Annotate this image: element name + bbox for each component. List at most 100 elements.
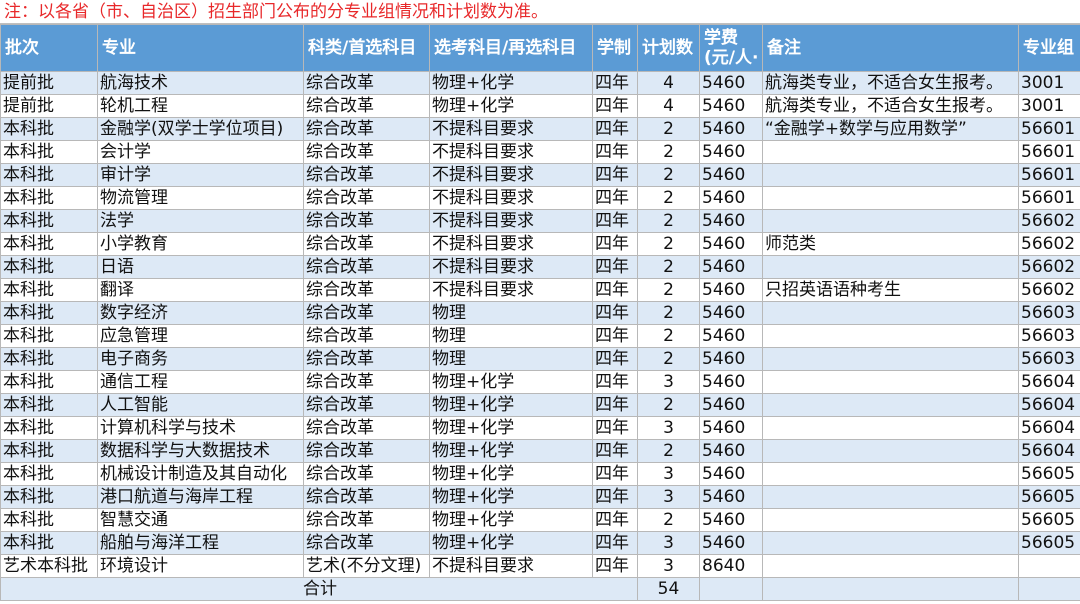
total-empty-cell [1018, 577, 1080, 601]
cell-fee: 5460 [699, 301, 763, 325]
cell-elective: 不提科目要求 [429, 186, 593, 210]
cell-major: 通信工程 [97, 370, 304, 394]
cell-plan: 3 [637, 554, 700, 578]
table-row: 本科批 电子商务 综合改革 物理 四年 2 5460 56603 [0, 347, 1080, 371]
cell-elective: 物理+化学 [429, 416, 593, 440]
cell-plan: 3 [637, 485, 700, 509]
table-row: 本科批 物流管理 综合改革 不提科目要求 四年 2 5460 56601 [0, 186, 1080, 210]
cell-years: 四年 [592, 140, 638, 164]
cell-category: 综合改革 [303, 117, 430, 141]
cell-remark [762, 439, 1019, 463]
cell-category: 艺术(不分文理) [303, 554, 430, 578]
cell-elective: 不提科目要求 [429, 140, 593, 164]
cell-major: 小学教育 [97, 232, 304, 256]
cell-batch: 本科批 [0, 485, 98, 509]
cell-group: 56604 [1018, 439, 1080, 463]
cell-fee: 5460 [699, 255, 763, 279]
cell-category: 综合改革 [303, 94, 430, 118]
cell-group [1018, 554, 1080, 578]
cell-major: 计算机科学与技术 [97, 416, 304, 440]
cell-years: 四年 [592, 71, 638, 95]
cell-years: 四年 [592, 278, 638, 302]
cell-years: 四年 [592, 232, 638, 256]
cell-major: 金融学(双学士学位项目) [97, 117, 304, 141]
cell-elective: 物理+化学 [429, 439, 593, 463]
cell-batch: 本科批 [0, 163, 98, 187]
table-row: 提前批 航海技术 综合改革 物理+化学 四年 4 5460 航海类专业，不适合女生报考。 300… [0, 71, 1080, 95]
cell-group: 56605 [1018, 508, 1080, 532]
cell-category: 综合改革 [303, 301, 430, 325]
cell-category: 综合改革 [303, 71, 430, 95]
header-fee-line1: 学费 [704, 28, 738, 48]
cell-remark [762, 347, 1019, 371]
cell-category: 综合改革 [303, 347, 430, 371]
cell-major: 日语 [97, 255, 304, 279]
cell-elective: 不提科目要求 [429, 209, 593, 233]
cell-fee: 5460 [699, 117, 763, 141]
cell-group: 56601 [1018, 140, 1080, 164]
cell-fee: 5460 [699, 94, 763, 118]
notice-text: 注：以各省（市、自治区）招生部门公布的分专业组情况和计划数为准。 [0, 0, 1080, 24]
total-empty-cell [699, 577, 763, 601]
table-row: 本科批 数据科学与大数据技术 综合改革 物理+化学 四年 2 5460 56604 [0, 439, 1080, 463]
table-header-row: 批次 专业 科类/首选科目 选考科目/再选科目 学制 计划数 学费 (元/人· 备… [0, 24, 1080, 72]
cell-years: 四年 [592, 439, 638, 463]
cell-plan: 2 [637, 278, 700, 302]
cell-years: 四年 [592, 508, 638, 532]
table-row: 本科批 审计学 综合改革 不提科目要求 四年 2 5460 56601 [0, 163, 1080, 187]
cell-category: 综合改革 [303, 416, 430, 440]
cell-years: 四年 [592, 416, 638, 440]
cell-elective: 物理+化学 [429, 71, 593, 95]
cell-elective: 物理 [429, 347, 593, 371]
cell-fee: 5460 [699, 393, 763, 417]
table-row: 本科批 计算机科学与技术 综合改革 物理+化学 四年 3 5460 56604 [0, 416, 1080, 440]
cell-batch: 本科批 [0, 186, 98, 210]
cell-fee: 5460 [699, 209, 763, 233]
cell-years: 四年 [592, 347, 638, 371]
table-row: 本科批 人工智能 综合改革 物理+化学 四年 2 5460 56604 [0, 393, 1080, 417]
cell-group: 56601 [1018, 163, 1080, 187]
cell-remark [762, 301, 1019, 325]
cell-category: 综合改革 [303, 508, 430, 532]
cell-category: 综合改革 [303, 439, 430, 463]
cell-years: 四年 [592, 186, 638, 210]
cell-elective: 物理 [429, 301, 593, 325]
cell-batch: 本科批 [0, 370, 98, 394]
cell-plan: 3 [637, 462, 700, 486]
cell-batch: 本科批 [0, 117, 98, 141]
cell-fee: 5460 [699, 508, 763, 532]
header-category: 科类/首选科目 [303, 24, 430, 72]
table-row: 本科批 智慧交通 综合改革 物理+化学 四年 2 5460 56605 [0, 508, 1080, 532]
cell-fee: 5460 [699, 416, 763, 440]
cell-elective: 不提科目要求 [429, 117, 593, 141]
cell-plan: 4 [637, 71, 700, 95]
cell-group: 3001 [1018, 94, 1080, 118]
cell-elective: 不提科目要求 [429, 163, 593, 187]
table-row: 艺术本科批 环境设计 艺术(不分文理) 不提科目要求 四年 3 8640 [0, 554, 1080, 578]
cell-plan: 4 [637, 94, 700, 118]
cell-category: 综合改革 [303, 140, 430, 164]
cell-group: 56604 [1018, 393, 1080, 417]
cell-elective: 不提科目要求 [429, 554, 593, 578]
cell-fee: 8640 [699, 554, 763, 578]
cell-remark [762, 186, 1019, 210]
cell-group: 56603 [1018, 324, 1080, 348]
cell-plan: 2 [637, 186, 700, 210]
cell-fee: 5460 [699, 163, 763, 187]
cell-group: 56604 [1018, 370, 1080, 394]
cell-category: 综合改革 [303, 186, 430, 210]
cell-remark [762, 416, 1019, 440]
cell-group: 56602 [1018, 209, 1080, 233]
cell-batch: 本科批 [0, 439, 98, 463]
cell-group: 3001 [1018, 71, 1080, 95]
header-elective: 选考科目/再选科目 [429, 24, 593, 72]
cell-elective: 物理 [429, 324, 593, 348]
cell-elective: 物理+化学 [429, 485, 593, 509]
cell-fee: 5460 [699, 71, 763, 95]
cell-remark: 航海类专业，不适合女生报考。 [762, 94, 1019, 118]
cell-major: 翻译 [97, 278, 304, 302]
admission-plan-table: 批次 专业 科类/首选科目 选考科目/再选科目 学制 计划数 学费 (元/人· 备… [0, 24, 1080, 601]
cell-plan: 2 [637, 347, 700, 371]
cell-elective: 物理+化学 [429, 94, 593, 118]
cell-batch: 本科批 [0, 255, 98, 279]
